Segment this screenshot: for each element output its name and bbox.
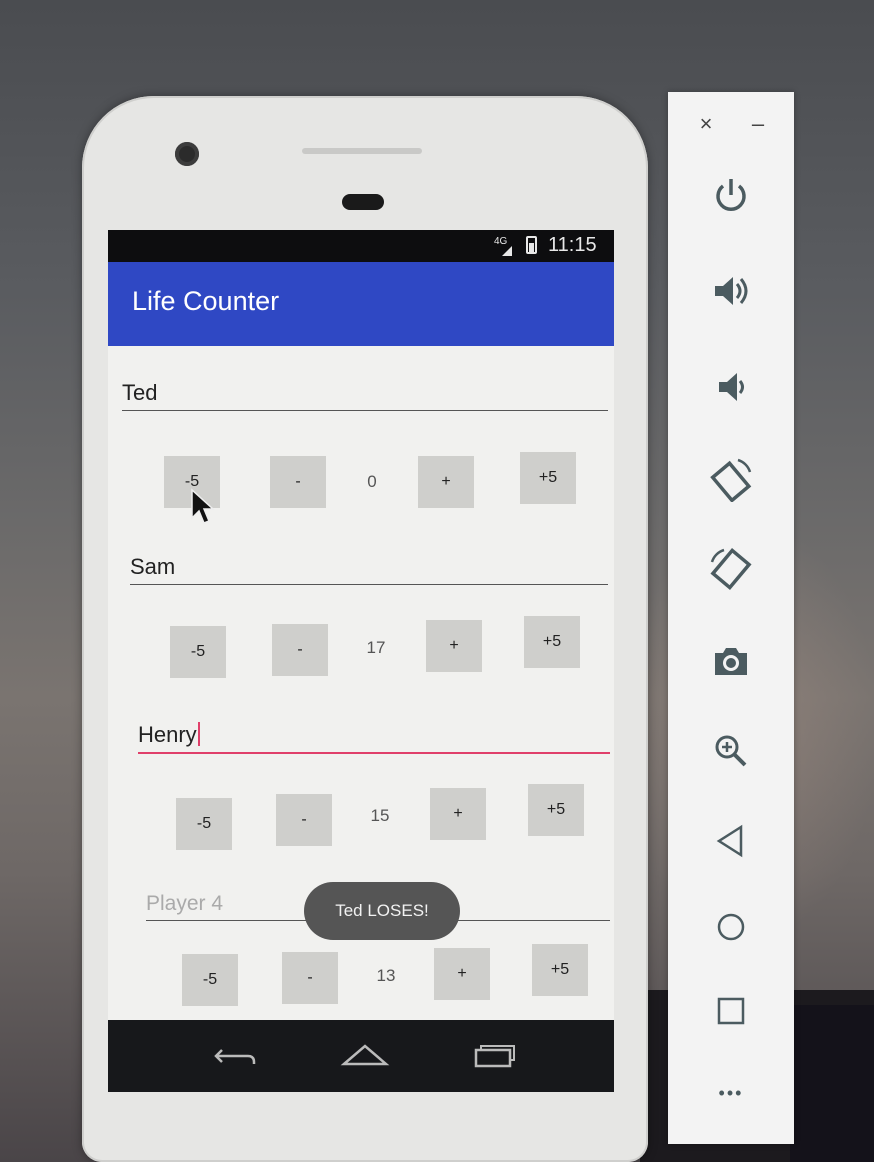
status-time: 11:15: [548, 234, 597, 256]
emulator-phone-frame: 4G 11:15 Life Counter Ted -5 - 0 + +5 Sa…: [82, 96, 648, 1162]
volume-up-icon[interactable]: [708, 268, 754, 314]
rotate-right-icon[interactable]: [708, 546, 754, 592]
player-name-field[interactable]: Henry: [138, 722, 610, 754]
life-count: 15: [370, 806, 390, 825]
power-icon[interactable]: [708, 172, 754, 218]
mouse-cursor-icon: [190, 488, 216, 531]
minus-five-button[interactable]: -5: [182, 954, 238, 1006]
app-title: Life Counter: [132, 286, 280, 316]
plus-one-button[interactable]: +: [430, 788, 486, 840]
device-screen: 4G 11:15 Life Counter Ted -5 - 0 + +5 Sa…: [108, 230, 614, 1092]
minus-one-button[interactable]: -: [270, 456, 326, 508]
earpiece-speaker: [302, 148, 422, 154]
life-count: 13: [376, 966, 396, 985]
minus-five-button[interactable]: -5: [176, 798, 232, 850]
volume-down-icon[interactable]: [708, 364, 754, 410]
overview-icon[interactable]: [708, 988, 754, 1034]
emulator-toolbar: × – •••: [668, 92, 794, 1144]
background-building-2: [790, 1005, 874, 1162]
minus-one-button[interactable]: -: [272, 624, 328, 676]
minimize-icon[interactable]: –: [744, 110, 772, 138]
more-icon[interactable]: •••: [708, 1070, 754, 1116]
plus-five-button[interactable]: +5: [524, 616, 580, 668]
nav-home-icon[interactable]: [340, 1042, 390, 1075]
camera-icon[interactable]: [708, 638, 754, 684]
signal-icon: [502, 246, 512, 256]
status-bar: 4G 11:15: [108, 230, 614, 262]
player-name-field[interactable]: Ted: [122, 380, 608, 411]
plus-one-button[interactable]: +: [426, 620, 482, 672]
rotate-left-icon[interactable]: [708, 456, 754, 502]
plus-one-button[interactable]: +: [418, 456, 474, 508]
battery-icon: [526, 236, 537, 254]
text-cursor: [197, 722, 200, 746]
player-name-field[interactable]: Sam: [130, 554, 608, 585]
home-icon[interactable]: [708, 904, 754, 950]
life-count: 17: [366, 638, 386, 657]
toast-message: Ted LOSES!: [304, 882, 460, 940]
plus-five-button[interactable]: +5: [528, 784, 584, 836]
plus-one-button[interactable]: +: [434, 948, 490, 1000]
app-bar: Life Counter: [108, 262, 614, 346]
minus-one-button[interactable]: -: [282, 952, 338, 1004]
life-count: 0: [367, 472, 377, 491]
plus-five-button[interactable]: +5: [532, 944, 588, 996]
minus-five-button[interactable]: -5: [170, 626, 226, 678]
zoom-icon[interactable]: [708, 728, 754, 774]
back-icon[interactable]: [708, 818, 754, 864]
player-name-text: Henry: [138, 722, 197, 747]
plus-five-button[interactable]: +5: [520, 452, 576, 504]
close-icon[interactable]: ×: [692, 110, 720, 138]
android-nav-bar: [108, 1020, 614, 1092]
nav-back-icon[interactable]: [212, 1042, 258, 1075]
proximity-sensor: [342, 194, 384, 210]
minus-one-button[interactable]: -: [276, 794, 332, 846]
nav-recents-icon[interactable]: [472, 1042, 518, 1075]
front-camera: [175, 142, 199, 166]
